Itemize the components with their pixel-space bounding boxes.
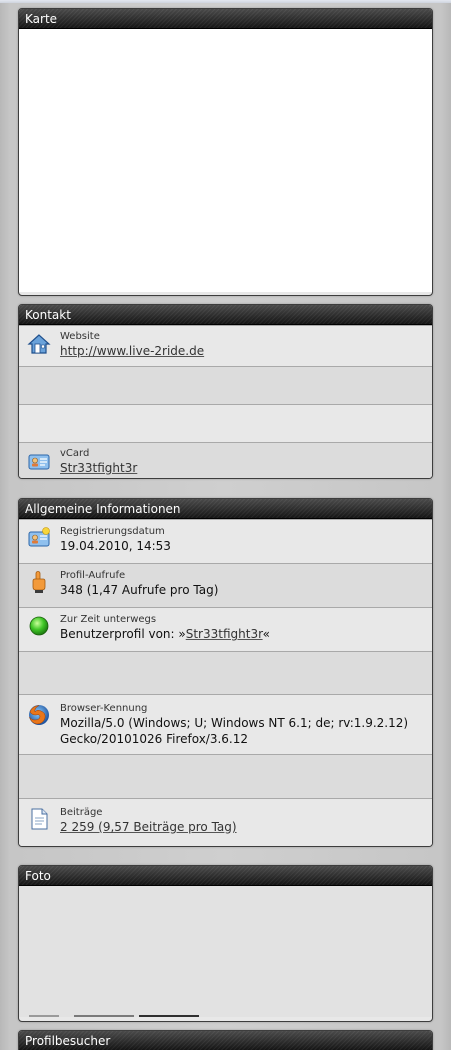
info-row-empty-2	[19, 754, 432, 798]
registration-value: 19.04.2010, 14:53	[60, 539, 171, 553]
contact-panel-title: Kontakt	[19, 305, 432, 325]
views-value: 348 (1,47 Aufrufe pro Tag)	[60, 583, 219, 597]
photo-area[interactable]	[19, 886, 432, 1017]
contact-row-vcard: vCard Str33tfight3r	[19, 442, 432, 478]
info-row-views: Profil-Aufrufe 348 (1,47 Aufrufe pro Tag…	[19, 563, 432, 607]
browser-label: Browser-Kennung	[60, 703, 148, 714]
online-prefix: Benutzerprofil von: »	[60, 627, 186, 641]
document-icon	[31, 808, 48, 830]
online-label: Zur Zeit unterwegs	[60, 614, 157, 625]
green-status-icon	[29, 616, 49, 636]
top-edge	[0, 0, 451, 3]
map-panel-title: Karte	[19, 9, 432, 29]
vcard-label: vCard	[60, 448, 90, 459]
registration-label: Registrierungsdatum	[60, 526, 165, 537]
contact-row-empty-2	[19, 404, 432, 442]
posts-link[interactable]: 2 259 (9,57 Beiträge pro Tag)	[60, 820, 237, 834]
info-row-posts: Beiträge 2 259 (9,57 Beiträge pro Tag)	[19, 798, 432, 846]
visitors-panel-title: Profilbesucher	[19, 1031, 432, 1050]
browser-value-line1: Mozilla/5.0 (Windows; U; Windows NT 6.1;…	[60, 716, 409, 730]
posts-label: Beiträge	[60, 807, 103, 818]
website-link[interactable]: http://www.live-2ride.de	[60, 344, 204, 358]
photo-strip	[29, 1015, 59, 1017]
views-label: Profil-Aufrufe	[60, 570, 126, 581]
photo-panel: Foto	[18, 865, 433, 1022]
online-user-link[interactable]: Str33tfight3r	[186, 627, 263, 641]
website-label: Website	[60, 331, 100, 342]
map-canvas[interactable]	[19, 29, 432, 292]
info-row-browser: Browser-Kennung Mozilla/5.0 (Windows; U;…	[19, 694, 432, 754]
vcard-link[interactable]: Str33tfight3r	[60, 461, 137, 475]
online-value: Benutzerprofil von: »Str33tfight3r«	[60, 626, 432, 642]
photo-strip	[74, 1015, 134, 1017]
photo-panel-title: Foto	[19, 866, 432, 886]
contact-row-empty-1	[19, 366, 432, 404]
pointing-hand-icon	[32, 571, 46, 593]
info-row-registration: Registrierungsdatum 19.04.2010, 14:53	[19, 519, 432, 563]
browser-value-line2: Gecko/20101026 Firefox/3.6.12	[60, 732, 249, 746]
online-suffix: «	[262, 627, 270, 641]
firefox-icon	[29, 705, 49, 725]
contact-panel: Kontakt Website http://www.live-2ride.de…	[18, 304, 433, 479]
home-icon	[27, 334, 51, 354]
photo-strip	[139, 1015, 199, 1017]
general-info-panel: Allgemeine Informationen Registrierungsd…	[18, 498, 433, 847]
info-row-empty-1	[19, 651, 432, 694]
info-row-online: Zur Zeit unterwegs Benutzerprofil von: »…	[19, 607, 432, 651]
visitors-panel: Profilbesucher	[18, 1030, 433, 1050]
general-info-title: Allgemeine Informationen	[19, 499, 432, 519]
vcard-icon	[28, 454, 50, 470]
map-panel: Karte	[18, 8, 433, 296]
id-card-icon	[28, 527, 50, 547]
contact-row-website: Website http://www.live-2ride.de	[19, 325, 432, 366]
